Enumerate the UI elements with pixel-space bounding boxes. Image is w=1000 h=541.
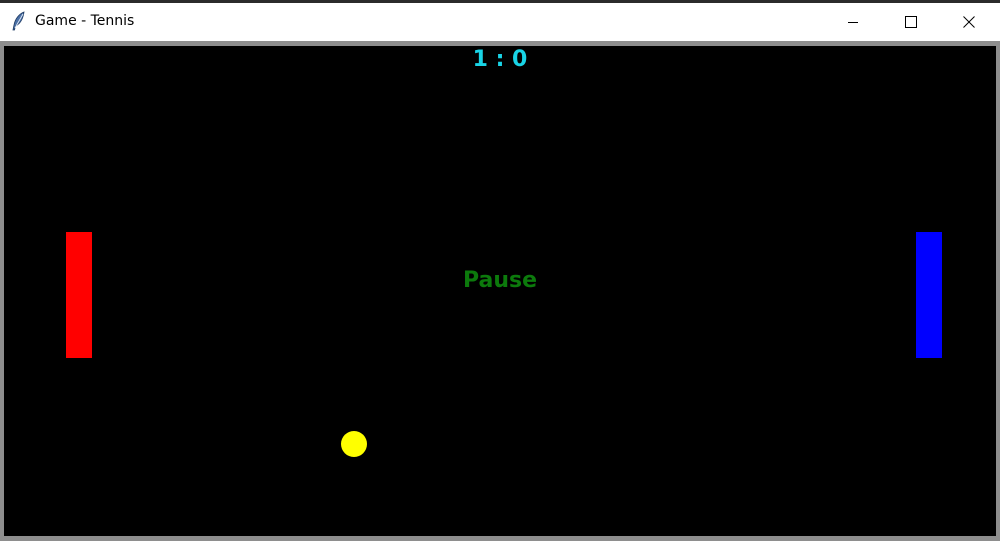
close-button[interactable] [940,3,998,41]
close-icon [963,16,975,28]
pause-status-text: Pause [462,268,538,293]
game-window: Game - Tennis 1 : 0 Pause [0,0,1000,541]
score-display: 1 : 0 [472,47,528,72]
title-bar[interactable]: Game - Tennis [0,3,1000,41]
feather-icon [11,11,27,31]
maximize-button[interactable] [882,3,940,41]
maximize-icon [905,16,917,28]
window-title: Game - Tennis [35,13,135,29]
game-canvas[interactable]: 1 : 0 Pause [4,46,996,536]
ball [341,431,367,457]
left-paddle [66,232,92,358]
minimize-icon [847,16,859,28]
right-paddle [916,232,942,358]
minimize-button[interactable] [824,3,882,41]
